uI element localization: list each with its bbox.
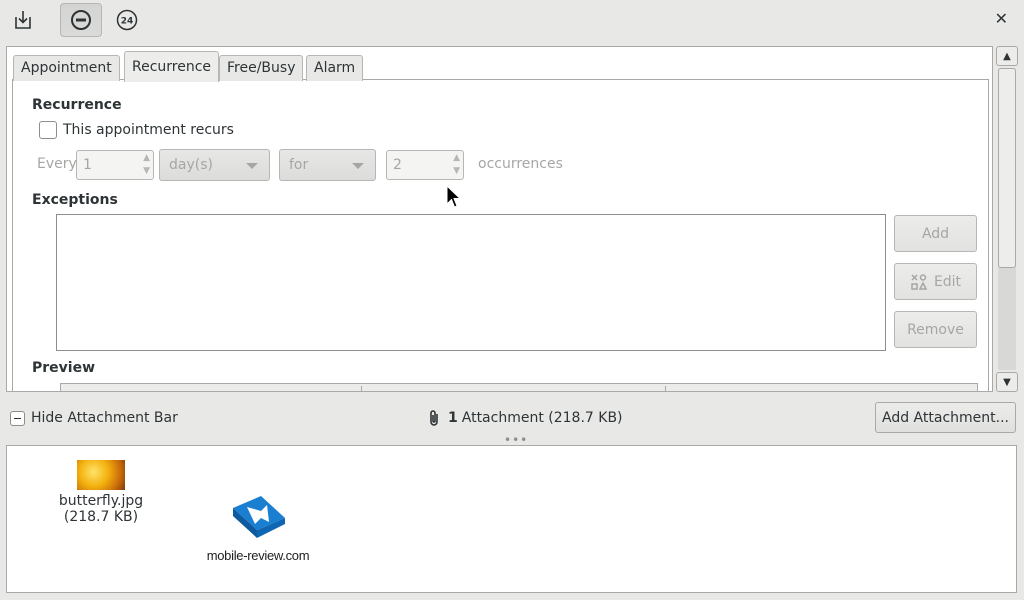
tab-recurrence[interactable]: Recurrence <box>124 51 220 82</box>
edit-exception-button[interactable]: Edit <box>894 263 977 300</box>
tab-free-busy[interactable]: Free/Busy <box>219 55 304 81</box>
no-entry-icon <box>71 10 91 30</box>
spinner-arrows-icon[interactable]: ▲ ▼ <box>143 152 150 178</box>
interval-value: 1 <box>83 157 92 173</box>
event-editor-panel: Recurrence This appointment recurs Every… <box>6 46 993 392</box>
scroll-up-button[interactable]: ▲ <box>996 46 1018 66</box>
scroll-track[interactable] <box>998 68 1016 370</box>
recurrence-page: Recurrence This appointment recurs Every… <box>12 79 989 391</box>
duration-combo[interactable]: for <box>279 149 376 181</box>
scroll-down-button[interactable]: ▼ <box>996 372 1018 392</box>
attachment-thumbnail <box>77 460 125 490</box>
24h-icon: 24 <box>116 9 138 31</box>
add-exception-label: Add <box>921 225 950 242</box>
remove-exception-button[interactable]: Remove <box>894 311 977 348</box>
remove-exception-label: Remove <box>907 321 964 338</box>
add-attachment-button[interactable]: Add Attachment... <box>875 402 1016 433</box>
attachment-count: 1 <box>448 410 458 426</box>
mouse-cursor-icon <box>446 185 462 208</box>
watermark-logo-icon <box>233 496 285 538</box>
edit-properties-icon <box>911 273 928 290</box>
no-entry-button[interactable] <box>60 3 102 37</box>
preview-divider <box>665 386 666 391</box>
recurs-checkbox-row[interactable]: This appointment recurs <box>39 121 234 139</box>
recurrence-heading: Recurrence <box>32 97 122 113</box>
collapse-icon <box>10 410 25 426</box>
svg-text:24: 24 <box>121 17 134 27</box>
unit-value: day(s) <box>169 157 213 173</box>
recurs-checkbox-label: This appointment recurs <box>63 122 234 138</box>
chevron-down-icon: ▼ <box>1003 376 1011 388</box>
attachment-area[interactable]: butterfly.jpg (218.7 KB) mobile-review.c… <box>6 445 1017 593</box>
duration-value: for <box>289 157 309 173</box>
count-value: 2 <box>393 157 402 173</box>
vertical-scrollbar[interactable]: ▲ ▼ <box>996 46 1018 392</box>
preview-divider <box>361 386 362 391</box>
hide-attachment-bar-label: Hide Attachment Bar <box>31 410 178 426</box>
attachment-count-text: Attachment (218.7 KB) <box>461 410 623 426</box>
toolbar: 24 ✕ <box>0 0 1024 40</box>
watermark-text: mobile-review.com <box>206 548 310 563</box>
add-exception-button[interactable]: Add <box>894 215 977 252</box>
count-spinner[interactable]: 2 ▲ ▼ <box>386 150 464 180</box>
interval-spinner[interactable]: 1 ▲ ▼ <box>76 150 154 180</box>
exceptions-heading: Exceptions <box>32 192 118 208</box>
edit-exception-label: Edit <box>933 273 962 290</box>
close-button[interactable]: ✕ <box>995 10 1008 28</box>
hide-attachment-bar-toggle[interactable]: Hide Attachment Bar <box>10 410 178 426</box>
chevron-up-icon: ▲ <box>1003 50 1011 62</box>
preview-heading: Preview <box>32 360 96 376</box>
every-label: Every <box>37 156 77 172</box>
24h-button[interactable]: 24 <box>106 3 148 37</box>
paperclip-icon <box>430 410 438 426</box>
exceptions-list[interactable] <box>56 214 886 351</box>
pane-resize-grip[interactable]: ••• <box>504 434 528 446</box>
tab-alarm[interactable]: Alarm <box>306 55 364 81</box>
chevron-down-icon <box>352 163 364 169</box>
occurrences-label: occurrences <box>478 156 563 172</box>
save-download-icon <box>15 11 31 29</box>
spinner-arrows-icon[interactable]: ▲ ▼ <box>453 152 460 178</box>
close-icon: ✕ <box>994 9 1008 28</box>
watermark: mobile-review.com <box>203 494 313 563</box>
attachment-size: (218.7 KB) <box>63 509 139 525</box>
scroll-thumb[interactable] <box>998 68 1016 268</box>
attachment-name: butterfly.jpg <box>58 493 144 509</box>
save-button[interactable] <box>2 3 44 37</box>
tab-appointment[interactable]: Appointment <box>13 55 120 81</box>
preview-calendar <box>60 383 978 391</box>
add-attachment-label: Add Attachment... <box>882 409 1009 426</box>
unit-combo[interactable]: day(s) <box>159 149 270 181</box>
attachment-item[interactable]: butterfly.jpg (218.7 KB) <box>51 460 151 525</box>
recurs-checkbox[interactable] <box>39 121 57 139</box>
chevron-down-icon <box>246 163 258 169</box>
attachment-summary: 1 Attachment (218.7 KB) <box>428 409 623 427</box>
